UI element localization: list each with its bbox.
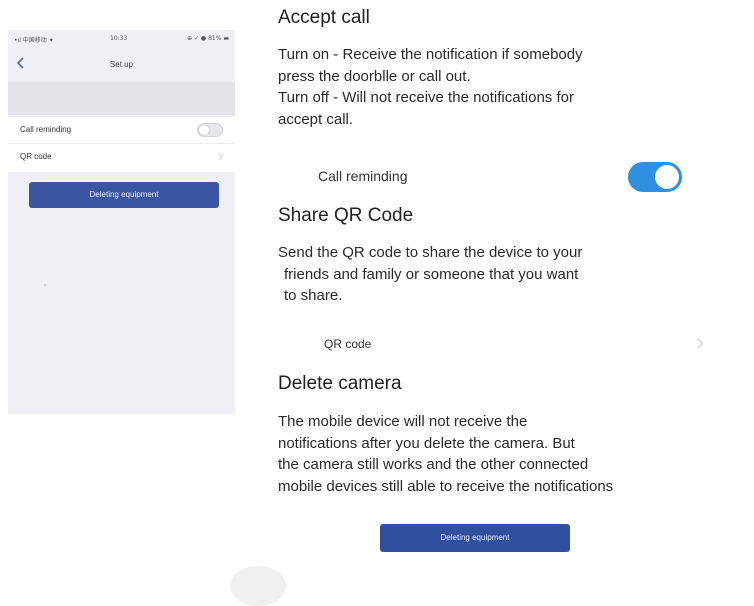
toggle-knob [199,125,209,135]
delete-line-2: notifications after you delete the camer… [278,434,575,452]
setting-row-call-reminding[interactable]: Call reminding [8,117,235,144]
share-line-3: to share. [284,287,343,304]
share-line-2: friends and family or someone that you w… [284,265,579,283]
speck [44,284,46,286]
accept-line-2: press the doorblle or call out. [278,67,471,85]
accept-line-4: accept call. [278,110,354,128]
settings-list: Call reminding QR code [8,117,235,172]
status-bar: •ıl 中国移动 ✦ 10:33 ⊕ ✓ ● 81% ▬ [8,30,235,46]
call-reminding-toggle[interactable] [197,123,223,137]
nav-title: Set up [109,60,134,69]
accept-line-1: Turn on - Receive the notification if so… [278,46,583,63]
delete-line-3: the camera still works and the other con… [278,456,589,473]
status-time: 10:33 [110,35,128,42]
deleting-equipment-button[interactable]: Deleting equipment [380,524,570,552]
call-reminding-label: Call reminding [318,168,408,184]
qr-code-label: QR code [324,337,372,351]
carrier-signal: •ıl 中国移动 ✦ [14,37,54,44]
accept-line-3: Turn off - Will not receive the notifica… [278,89,574,106]
share-line-1: Send the QR code to share the device to … [278,244,583,261]
heading-delete-camera: Delete camera [278,373,402,394]
chevron-right-icon [218,152,223,161]
delete-line-4: mobile devices still able to receive the… [278,477,614,495]
nav-bar: Set up [8,46,235,76]
toggle-knob [655,165,679,189]
heading-share-qr-code: Share QR Code [278,205,414,226]
page-watermark [230,566,286,606]
setting-label: Call reminding [20,125,72,134]
delete-line-1: The mobile device will not receive the [278,413,528,430]
phone-screenshot: •ıl 中国移动 ✦ 10:33 ⊕ ✓ ● 81% ▬ Set up Call… [8,30,235,414]
section-spacer [8,82,235,115]
heading-accept-call: Accept call [278,7,370,28]
setting-row-qr-code[interactable]: QR code [8,144,235,170]
call-reminding-toggle[interactable] [628,162,682,192]
status-icons: ⊕ ✓ ● 81% ▬ [187,35,229,42]
deleting-equipment-button[interactable]: Deleting equipment [29,182,219,208]
chevron-right-icon[interactable] [696,337,704,350]
setting-label: QR code [20,152,52,161]
